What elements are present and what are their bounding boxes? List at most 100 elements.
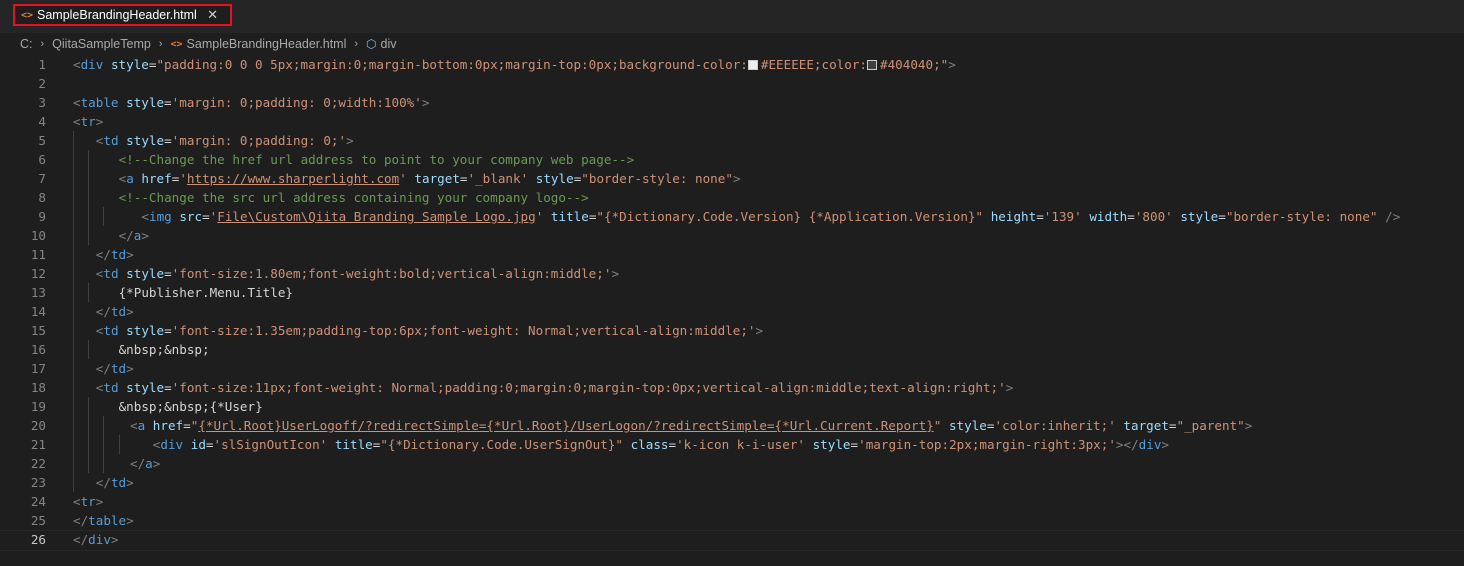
tab-bar: <> SampleBrandingHeader.html ✕ — [0, 0, 1464, 33]
code-text: <img src='File\Custom\Qiita Branding Sam… — [141, 209, 1401, 224]
breadcrumb: C: › QiitaSampleTemp › <> SampleBranding… — [0, 33, 1464, 55]
chevron-right-icon: › — [158, 38, 163, 50]
cube-icon: ⬡ — [366, 37, 377, 51]
indent-guide — [118, 435, 120, 454]
line-number: 20 — [30, 418, 46, 433]
indent-guide — [88, 397, 90, 416]
code-line[interactable]: 17 </td> — [0, 359, 1464, 378]
close-icon[interactable]: ✕ — [207, 7, 218, 23]
line-number: 5 — [38, 133, 46, 148]
indent-guide — [103, 454, 105, 473]
code-text: <a href="{*Url.Root}UserLogoff/?redirect… — [130, 418, 1253, 433]
code-text: </td> — [95, 247, 134, 262]
code-line[interactable]: 2 — [0, 74, 1464, 93]
code-line[interactable]: 11 </td> — [0, 245, 1464, 264]
code-text: </a> — [118, 228, 149, 243]
code-text: &nbsp;&nbsp; — [118, 342, 210, 357]
line-number: 2 — [38, 76, 46, 91]
line-number: 25 — [30, 513, 46, 528]
chevron-right-icon: › — [354, 38, 359, 50]
indent-guide — [88, 150, 90, 169]
code-line[interactable]: 13 {*Publisher.Menu.Title} — [0, 283, 1464, 302]
line-number: 9 — [38, 209, 46, 224]
code-line[interactable]: 6 <!--Change the href url address to poin… — [0, 150, 1464, 169]
code-line[interactable]: 26 </div> — [0, 530, 1464, 551]
code-line[interactable]: 22 </a> — [0, 454, 1464, 473]
breadcrumb-element[interactable]: div — [381, 37, 397, 51]
code-text: <!--Change the src url address containin… — [118, 190, 589, 205]
code-text: <td style='font-size:1.35em;padding-top:… — [95, 323, 764, 338]
code-line[interactable]: 7 <a href='https://www.sharperlight.com' … — [0, 169, 1464, 188]
breadcrumb-drive[interactable]: C: — [20, 37, 33, 51]
code-text: <a href='https://www.sharperlight.com' t… — [118, 171, 741, 186]
code-line[interactable]: 1 <div style="padding:0 0 0 5px;margin:0;… — [0, 55, 1464, 74]
code-text: </td> — [95, 361, 134, 376]
breadcrumb-file[interactable]: SampleBrandingHeader.html — [187, 37, 347, 51]
line-number: 6 — [38, 152, 46, 167]
code-editor[interactable]: 1 <div style="padding:0 0 0 5px;margin:0;… — [0, 55, 1464, 551]
code-line[interactable]: 15 <td style='font-size:1.35em;padding-to… — [0, 321, 1464, 340]
chevron-right-icon: › — [40, 38, 45, 50]
code-text: <tr> — [73, 114, 104, 129]
code-line[interactable]: 20 <a href="{*Url.Root}UserLogoff/?redire… — [0, 416, 1464, 435]
code-line[interactable]: 8 <!--Change the src url address containi… — [0, 188, 1464, 207]
indent-guide — [73, 454, 74, 473]
code-line[interactable]: 14 </td> — [0, 302, 1464, 321]
code-line[interactable]: 24 <tr> — [0, 492, 1464, 511]
code-text: </div> — [73, 532, 119, 547]
code-line[interactable]: 21 <div id='slSignOutIcon' title="{*Dicti… — [0, 435, 1464, 454]
indent-guide — [73, 397, 74, 416]
indent-guide — [88, 226, 90, 245]
line-number: 1 — [38, 57, 46, 72]
line-number: 24 — [30, 494, 46, 509]
breadcrumb-folder[interactable]: QiitaSampleTemp — [52, 37, 151, 51]
code-text: </td> — [95, 304, 134, 319]
code-line[interactable]: 9 <img src='File\Custom\Qiita Branding Sa… — [0, 207, 1464, 226]
code-line[interactable]: 10 </a> — [0, 226, 1464, 245]
code-text: </table> — [73, 513, 134, 528]
line-number: 26 — [30, 532, 46, 547]
indent-guide — [73, 359, 74, 378]
line-number: 11 — [30, 247, 46, 262]
indent-guide — [88, 283, 90, 302]
line-number: 21 — [30, 437, 46, 452]
code-text: <td style='font-size:1.80em;font-weight:… — [95, 266, 620, 281]
current-line-highlight — [0, 530, 1464, 551]
indent-guide — [73, 245, 74, 264]
indent-guide — [103, 435, 105, 454]
code-line[interactable]: 16 &nbsp;&nbsp; — [0, 340, 1464, 359]
line-number: 18 — [30, 380, 46, 395]
indent-guide — [88, 340, 90, 359]
indent-guide — [73, 378, 74, 397]
code-line[interactable]: 18 <td style='font-size:11px;font-weight:… — [0, 378, 1464, 397]
indent-guide — [73, 226, 74, 245]
code-line[interactable]: 25 </table> — [0, 511, 1464, 530]
code-line[interactable]: 19 &nbsp;&nbsp;{*User} — [0, 397, 1464, 416]
line-number: 16 — [30, 342, 46, 357]
code-line[interactable]: 5 <td style='margin: 0;padding: 0;'> — [0, 131, 1464, 150]
code-line[interactable]: 23 </td> — [0, 473, 1464, 492]
indent-guide — [73, 416, 74, 435]
line-number: 12 — [30, 266, 46, 281]
indent-guide — [73, 169, 74, 188]
indent-guide — [73, 131, 74, 150]
code-line[interactable]: 3 <table style='margin: 0;padding: 0;widt… — [0, 93, 1464, 112]
line-number: 23 — [30, 475, 46, 490]
html-file-icon: <> — [21, 9, 34, 21]
code-text: <td style='font-size:11px;font-weight: N… — [95, 380, 1014, 395]
code-text: <!--Change the href url address to point… — [118, 152, 635, 167]
code-line[interactable]: 4 <tr> — [0, 112, 1464, 131]
indent-guide — [73, 150, 74, 169]
html-file-icon: <> — [170, 38, 183, 50]
indent-guide — [73, 340, 74, 359]
code-line[interactable]: 12 <td style='font-size:1.80em;font-weigh… — [0, 264, 1464, 283]
indent-guide — [103, 207, 105, 226]
indent-guide — [73, 321, 74, 340]
line-number: 8 — [38, 190, 46, 205]
tab-samplebrandingheader[interactable]: <> SampleBrandingHeader.html ✕ — [13, 4, 232, 26]
color-swatch[interactable] — [747, 60, 758, 70]
indent-guide — [103, 416, 105, 435]
indent-guide — [73, 435, 74, 454]
indent-guide — [88, 188, 90, 207]
color-swatch[interactable] — [867, 60, 878, 70]
